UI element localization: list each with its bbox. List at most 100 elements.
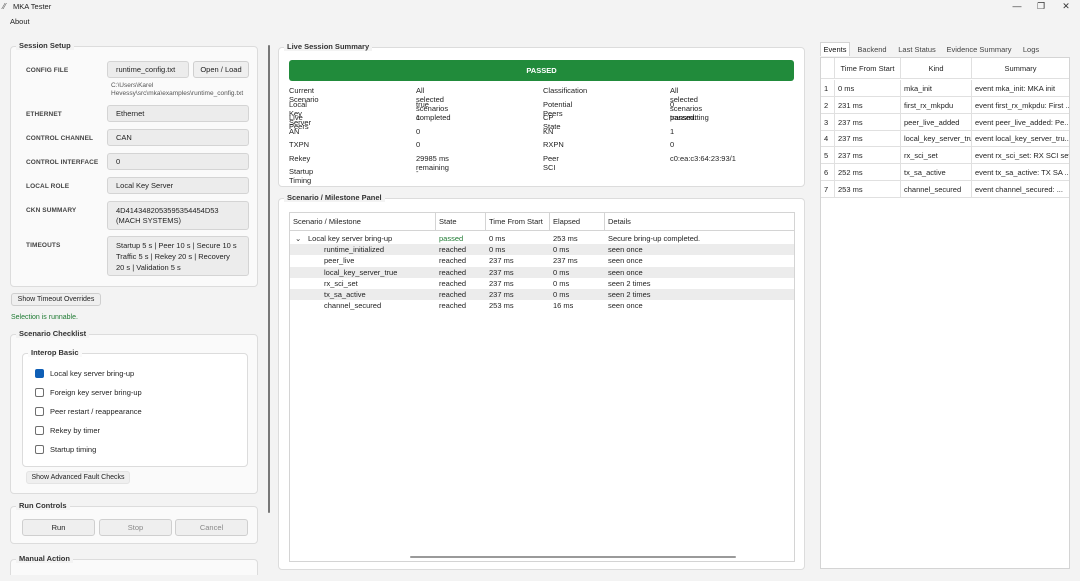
event-row[interactable]: 3 237 ms peer_live_added event peer_live_ad… [821,113,1069,131]
events-header-row: Time From Start Kind Summary [821,58,1069,79]
local-role-field[interactable]: Local Key Server [107,177,249,194]
milestone-table: Scenario / Milestone State Time From Sta… [289,212,795,562]
event-summary: event first_rx_mkpdu: First ... [975,100,1069,110]
milestone-elapsed: 237 ms [553,256,578,266]
events-header-time[interactable]: Time From Start [835,58,901,79]
checklist-item-label: Foreign key server bring-up [50,387,142,397]
control-channel-field[interactable]: CAN [107,129,249,146]
ethernet-field[interactable]: Ethernet [107,105,249,122]
timeouts-line2: Traffic 5 s | Rekey 20 s | Recovery [116,251,230,261]
control-channel-label: CONTROL CHANNEL [26,135,94,142]
milestone-details: seen 2 times [608,290,651,299]
milestone-row[interactable]: peer_live reached 237 ms 237 ms seen once [290,255,794,266]
milestone-details: seen once [608,256,643,266]
milestone-hscrollbar[interactable] [410,556,736,558]
event-kind: tx_sa_active [901,164,972,181]
events-header-kind[interactable]: Kind [901,58,972,79]
summary-key: Startup Timing [289,167,314,185]
event-kind: first_rx_mkpdu [901,96,972,114]
tab-last-status[interactable]: Last Status [894,42,940,56]
open-load-button[interactable]: Open / Load [193,61,249,78]
tab-logs[interactable]: Logs [1018,42,1044,56]
event-row[interactable]: 6 252 ms tx_sa_active event tx_sa_active: T… [821,164,1069,181]
checklist-item[interactable]: Startup timing [35,443,96,455]
tab-backend[interactable]: Backend [854,42,890,56]
event-idx: 6 [821,164,835,181]
config-path-line2: Hevessy\src\mka\examples\runtime_config.… [111,90,244,97]
interop-basic-group: Interop Basic Local key server bring-up … [22,348,248,467]
milestone-row[interactable]: tx_sa_active reached 237 ms 0 ms seen 2 time… [290,289,794,300]
milestone-header-time[interactable]: Time From Start [486,213,550,230]
events-header-summary[interactable]: Summary [972,58,1069,79]
maximize-icon[interactable]: ❐ [1028,0,1054,13]
show-advanced-fault-checks-button[interactable]: Show Advanced Fault Checks [26,471,130,484]
left-panel-scrollbar[interactable] [268,45,270,513]
checkbox-icon[interactable] [35,425,44,435]
milestone-elapsed: 0 ms [553,278,570,288]
ckn-line2: (MACH SYSTEMS) [116,215,182,225]
milestone-row[interactable]: rx_sci_set reached 237 ms 0 ms seen 2 times [290,278,794,289]
milestone-elapsed: 0 ms [553,245,570,255]
event-row[interactable]: 10 ms mka_init event mka_init: MKA init [821,80,1069,97]
ethernet-label: ETHERNET [26,111,62,118]
status-banner: PASSED [289,60,794,81]
summary-key: Rekey [289,153,311,163]
summary-value: c0:ea:c3:64:23:93/1 [670,153,736,163]
checklist-item[interactable]: Rekey by timer [35,424,100,436]
summary-key: Classification [543,86,588,95]
event-idx: 2 [821,96,835,114]
minimize-icon[interactable]: — [1004,0,1030,13]
milestone-state: passed [439,234,464,243]
event-row[interactable]: 4 237 ms local_key_server_true event local_… [821,130,1069,148]
milestone-header-state[interactable]: State [436,213,486,230]
milestone-row[interactable]: ⌄ Local key server bring-up passed 0 ms 253 … [290,233,794,244]
checklist-item[interactable]: Peer restart / reappearance [35,405,142,417]
summary-key: Peer SCI [543,153,559,172]
milestone-header-details[interactable]: Details [605,213,794,230]
show-timeout-overrides-button[interactable]: Show Timeout Overrides [11,293,101,306]
summary-value: transmitting [670,113,709,122]
event-time: 0 ms [835,80,901,97]
milestone-time: 237 ms [489,278,514,288]
config-file-label: CONFIG FILE [26,67,69,74]
summary-value: true [416,99,429,109]
milestone-header-name[interactable]: Scenario / Milestone [290,213,436,230]
milestone-name: local_key_server_true [324,267,398,277]
event-row[interactable]: 2 231 ms first_rx_mkpdu event first_rx_mkpd… [821,96,1069,114]
checklist-item[interactable]: Foreign key server bring-up [35,386,142,398]
cancel-button[interactable]: Cancel [175,519,248,536]
event-summary: event tx_sa_active: TX SA ... [975,168,1069,177]
config-file-field[interactable]: runtime_config.txt [107,61,189,78]
control-interface-field[interactable]: 0 [107,153,249,170]
run-button[interactable]: Run [22,519,95,536]
tab-evidence-summary[interactable]: Evidence Summary [944,42,1014,56]
milestone-state: reached [439,278,467,288]
milestone-header-elapsed[interactable]: Elapsed [550,213,605,230]
menu-about[interactable]: About [10,17,30,26]
checkbox-checked-icon[interactable] [35,368,44,378]
close-icon[interactable]: ✕ [1053,0,1079,13]
events-table: Time From Start Kind Summary 10 ms mka_in… [820,57,1070,569]
checkbox-icon[interactable] [35,444,44,454]
event-row[interactable]: 5 237 ms rx_sci_set event rx_sci_set: RX SC… [821,147,1069,165]
milestone-panel-group: Scenario / Milestone Panel Scenario / Mi… [278,193,805,570]
milestone-row[interactable]: runtime_initialized reached 0 ms 0 ms seen o… [290,244,794,256]
checkbox-icon[interactable] [35,387,44,397]
checklist-item[interactable]: Local key server bring-up [35,367,134,379]
milestone-elapsed: 253 ms [553,234,578,243]
milestone-row[interactable]: local_key_server_true reached 237 ms 0 ms se… [290,266,794,278]
left-panel: Session Setup CONFIG FILE runtime_config… [8,38,260,575]
stop-button[interactable]: Stop [99,519,172,536]
tab-events[interactable]: Events [820,42,850,56]
milestone-details: Secure bring-up completed. [608,234,701,243]
summary-key: TXPN [289,140,310,149]
event-row[interactable]: 7 253 ms channel_secured event channel_secu… [821,180,1069,198]
live-session-summary-title: Live Session Summary [284,42,373,51]
summary-value: - [416,167,419,176]
session-setup-group: Session Setup CONFIG FILE runtime_config… [10,41,258,287]
chevron-down-icon[interactable]: ⌄ [295,233,301,244]
milestone-row[interactable]: channel_secured reached 253 ms 16 ms seen on… [290,300,794,311]
milestone-name: channel_secured [324,301,382,311]
checkbox-icon[interactable] [35,406,44,416]
run-controls-group: Run Controls Run Stop Cancel [10,501,258,544]
